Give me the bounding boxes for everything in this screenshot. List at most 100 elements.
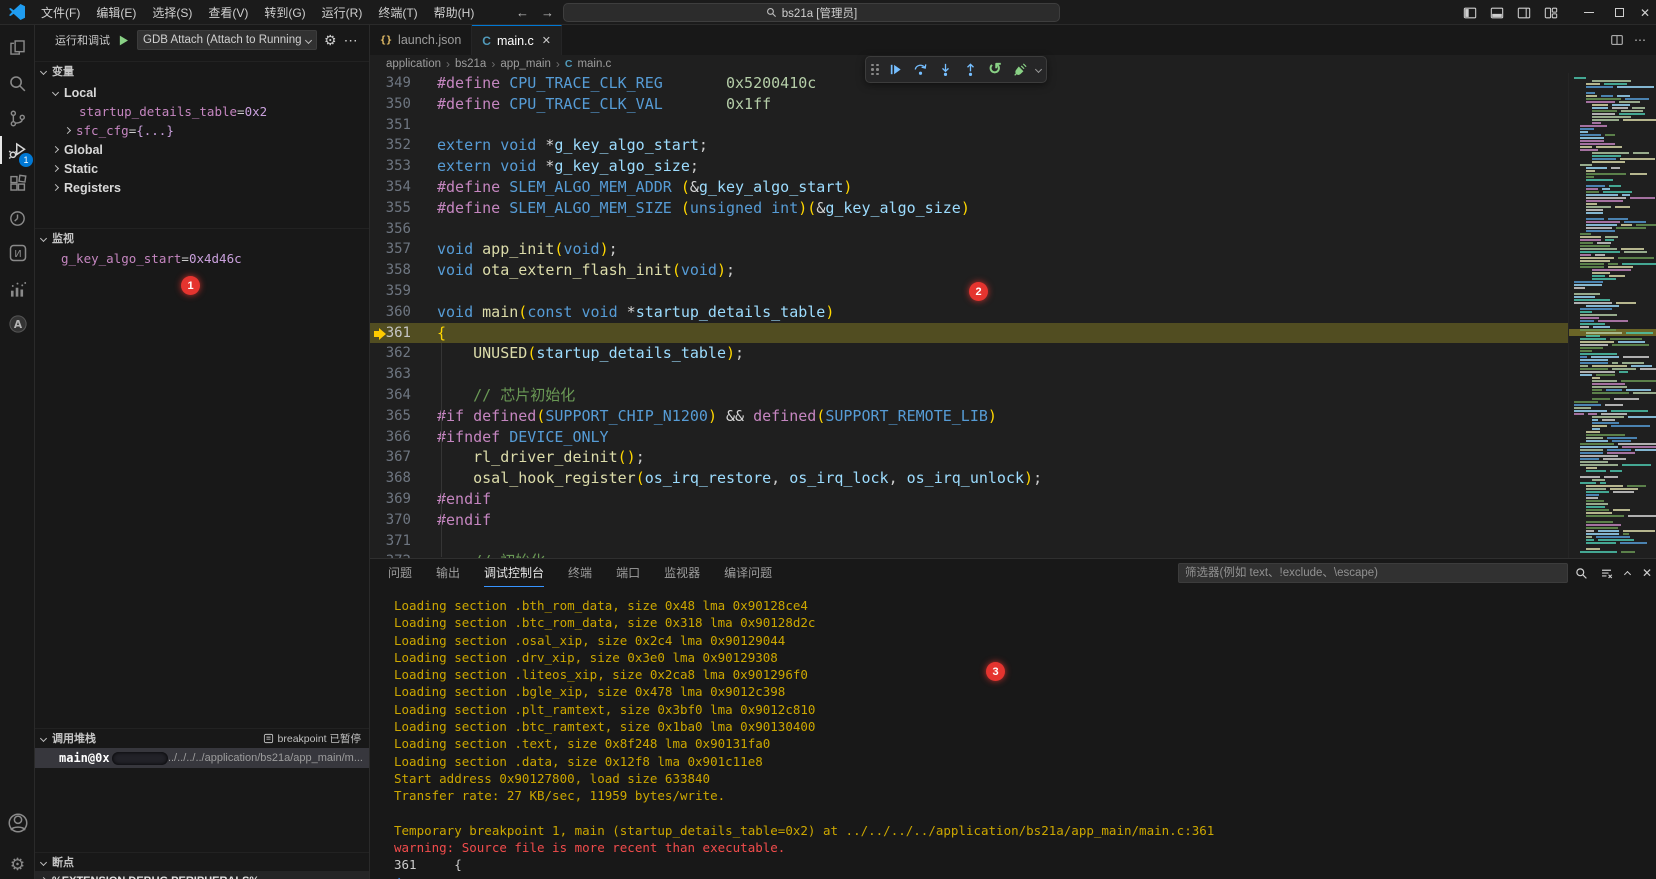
- continue-button[interactable]: [884, 59, 906, 81]
- code-line[interactable]: 369#endif: [370, 489, 1568, 510]
- command-center-search[interactable]: bs21a [管理员]: [563, 3, 1060, 22]
- variable-row[interactable]: sfc_cfg = {...}: [35, 121, 369, 140]
- variables-section-header[interactable]: 变量: [35, 61, 369, 80]
- chevron-right-icon: [52, 146, 59, 153]
- variables-scope-static[interactable]: Static: [35, 159, 369, 178]
- debug-config-select[interactable]: GDB Attach (Attach to Running Proc: [137, 30, 317, 50]
- panel-tab-1[interactable]: 问题: [388, 559, 412, 587]
- panel-tab-7[interactable]: 编译问题: [724, 559, 772, 587]
- extensions-icon[interactable]: [0, 167, 35, 199]
- accounts-icon[interactable]: [0, 807, 35, 839]
- restore-button[interactable]: [1604, 0, 1634, 25]
- minimap[interactable]: [1568, 73, 1656, 558]
- menu-item[interactable]: 查看(V): [200, 0, 256, 24]
- breakpoints-section-header[interactable]: 断点: [35, 852, 369, 871]
- menu-item[interactable]: 运行(R): [314, 0, 371, 24]
- console-filter-input[interactable]: [1178, 563, 1568, 583]
- code-line[interactable]: 360void main(const void *startup_details…: [370, 302, 1568, 323]
- clock-extension-icon[interactable]: [0, 202, 35, 234]
- explorer-icon[interactable]: [0, 31, 35, 63]
- tab-launch-json[interactable]: {} launch.json: [370, 25, 472, 55]
- close-window-button[interactable]: ✕: [1634, 0, 1656, 25]
- chevron-down-icon[interactable]: [1035, 66, 1042, 73]
- peripherals-section-header[interactable]: %EXTENSION.DEBUG.PERIPHERALS%: [35, 871, 369, 879]
- close-panel-icon[interactable]: ✕: [1642, 566, 1652, 580]
- code-line[interactable]: 363: [370, 364, 1568, 385]
- watch-row[interactable]: g_key_algo_start = 0x4d46c: [35, 249, 369, 268]
- minimize-button[interactable]: [1574, 0, 1604, 25]
- code-line[interactable]: 353extern void *g_key_algo_size;: [370, 156, 1568, 177]
- variable-row[interactable]: startup_details_table = 0x2: [35, 102, 369, 121]
- restart-button[interactable]: ↺: [984, 59, 1006, 81]
- code-line[interactable]: 372 // 初始化: [370, 551, 1568, 558]
- code-line[interactable]: 364 // 芯片初始化: [370, 385, 1568, 406]
- variables-scope-local[interactable]: Local: [35, 83, 369, 102]
- editor-more-actions-icon[interactable]: ⋯: [1634, 33, 1646, 47]
- code-line[interactable]: 365#if defined(SUPPORT_CHIP_N1200) && de…: [370, 406, 1568, 427]
- toggle-panel-icon[interactable]: [1490, 6, 1504, 20]
- toolbar-drag-handle[interactable]: [871, 64, 879, 76]
- code-line[interactable]: 350#define CPU_TRACE_CLK_VAL 0x1ff: [370, 94, 1568, 115]
- menu-item[interactable]: 编辑(E): [88, 0, 144, 24]
- code-line[interactable]: 368 osal_hook_register(os_irq_restore, o…: [370, 468, 1568, 489]
- panel-tab-2[interactable]: 输出: [436, 559, 460, 587]
- step-out-button[interactable]: [959, 59, 981, 81]
- code-line[interactable]: 351: [370, 115, 1568, 136]
- configure-gear-icon[interactable]: ⚙: [324, 32, 337, 49]
- code-line[interactable]: 370#endif: [370, 510, 1568, 531]
- ai-extension-icon[interactable]: A: [0, 308, 35, 340]
- panel-tab-4[interactable]: 终端: [568, 559, 592, 587]
- code-line[interactable]: 354#define SLEM_ALGO_MEM_ADDR (&g_key_al…: [370, 177, 1568, 198]
- code-line[interactable]: 356: [370, 219, 1568, 240]
- customize-layout-icon[interactable]: [1544, 6, 1558, 20]
- callstack-section-header[interactable]: 调用堆栈 breakpoint 已暂停: [35, 728, 369, 747]
- n-extension-icon[interactable]: И: [0, 237, 35, 269]
- start-debug-icon[interactable]: [117, 34, 130, 47]
- run-and-debug-icon[interactable]: 1: [0, 134, 35, 166]
- menu-item[interactable]: 文件(F): [33, 0, 88, 24]
- split-editor-icon[interactable]: [1610, 33, 1624, 47]
- nav-forward-icon[interactable]: →: [541, 0, 554, 25]
- code-editor[interactable]: 349#define CPU_TRACE_CLK_REG 0x5200410c3…: [370, 73, 1656, 558]
- stack-frame-row[interactable]: main@0x ../../../../application/bs21a/ap…: [35, 748, 369, 768]
- code-line[interactable]: 352extern void *g_key_algo_start;: [370, 135, 1568, 156]
- menu-item[interactable]: 终端(T): [370, 0, 425, 24]
- menu-item[interactable]: 帮助(H): [426, 0, 483, 24]
- more-actions-icon[interactable]: ⋯: [344, 32, 358, 49]
- step-into-button[interactable]: [934, 59, 956, 81]
- variables-scope-registers[interactable]: Registers: [35, 178, 369, 197]
- code-line[interactable]: 357void app_init(void);: [370, 239, 1568, 260]
- console-line: Loading section .bgle_xip, size 0x478 lm…: [394, 683, 1656, 700]
- step-over-button[interactable]: [909, 59, 931, 81]
- clear-console-icon[interactable]: [1600, 567, 1613, 580]
- settings-gear-icon[interactable]: ⚙: [0, 849, 35, 879]
- code-line[interactable]: 362 UNUSED(startup_details_table);: [370, 343, 1568, 364]
- code-line[interactable]: 355#define SLEM_ALGO_MEM_SIZE (unsigned …: [370, 198, 1568, 219]
- panel-tab-3[interactable]: 调试控制台: [484, 559, 544, 587]
- disconnect-button[interactable]: [1009, 59, 1031, 81]
- panel-tab-5[interactable]: 端口: [616, 559, 640, 587]
- code-line[interactable]: 366#ifndef DEVICE_ONLY: [370, 427, 1568, 448]
- menu-item[interactable]: 转到(G): [256, 0, 313, 24]
- chart-extension-icon[interactable]: [0, 273, 35, 305]
- editor-group: {} launch.json C main.c ✕ ⋯ application›…: [370, 25, 1656, 879]
- search-icon[interactable]: [1575, 567, 1588, 580]
- collapse-panel-icon[interactable]: [1624, 571, 1631, 578]
- toggle-sidebar-icon[interactable]: [1463, 6, 1477, 20]
- code-line[interactable]: 367 rl_driver_deinit();: [370, 447, 1568, 468]
- watch-section-header[interactable]: 监视: [35, 228, 369, 247]
- nav-back-icon[interactable]: ←: [516, 0, 529, 25]
- panel-tab-6[interactable]: 监视器: [664, 559, 700, 587]
- console-input-prompt[interactable]: [394, 874, 1656, 879]
- code-line[interactable]: 361{: [370, 323, 1568, 344]
- search-icon[interactable]: [0, 67, 35, 99]
- variables-scope-global[interactable]: Global: [35, 140, 369, 159]
- menu-item[interactable]: 选择(S): [144, 0, 200, 24]
- tab-main-c[interactable]: C main.c ✕: [472, 25, 562, 55]
- close-tab-icon[interactable]: ✕: [542, 34, 551, 47]
- source-control-icon[interactable]: [0, 102, 35, 134]
- code-line[interactable]: 358void ota_extern_flash_init(void);: [370, 260, 1568, 281]
- toggle-secondary-sidebar-icon[interactable]: [1517, 6, 1531, 20]
- console-line: Loading section .text, size 0x8f248 lma …: [394, 735, 1656, 752]
- code-line[interactable]: 371: [370, 531, 1568, 552]
